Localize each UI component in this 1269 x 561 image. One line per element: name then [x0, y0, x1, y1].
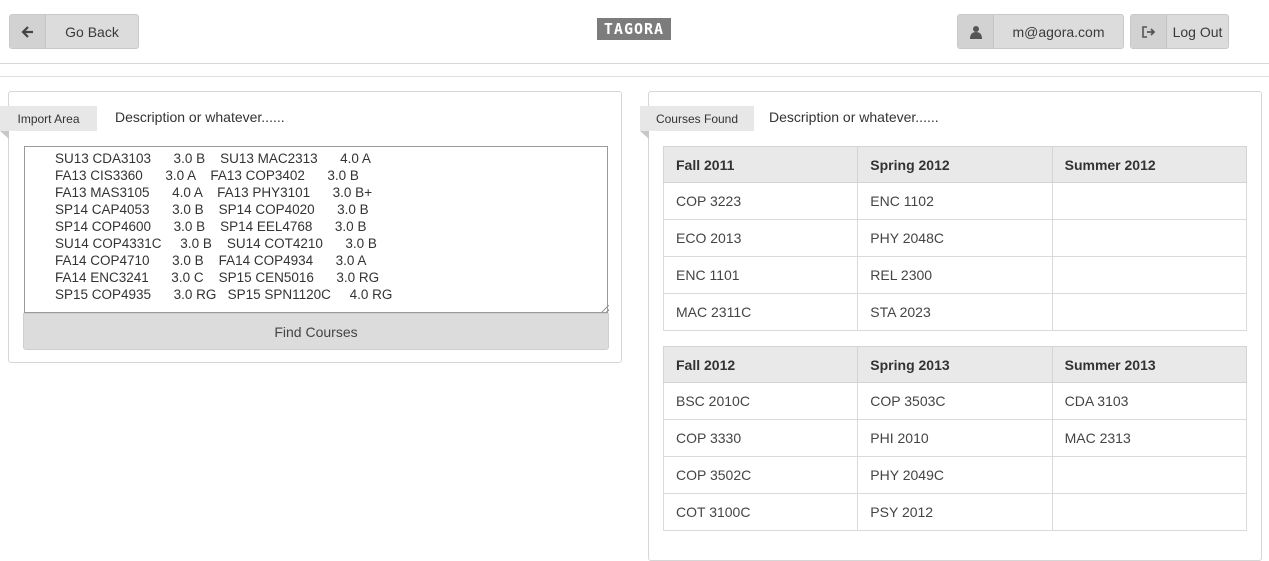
course-cell: REL 2300 [857, 256, 1053, 294]
top-bar: Go Back TAGORA m@agora.com Log Out [0, 0, 1269, 64]
course-cell [1051, 456, 1248, 494]
course-cell: STA 2023 [857, 293, 1053, 331]
table-header-row: Fall 2012 Spring 2013 Summer 2013 [662, 346, 1248, 383]
table-row: COT 3100C PSY 2012 [662, 493, 1248, 531]
course-cell: COP 3330 [662, 419, 859, 457]
courses-found-panel: Courses Found Description or whatever...… [640, 91, 1262, 561]
term-table: Fall 2012 Spring 2013 Summer 2013 BSC 20… [662, 346, 1248, 531]
course-cell: COP 3503C [857, 382, 1053, 420]
import-description: Description or whatever...... [115, 109, 285, 125]
table-row: BSC 2010C COP 3503C CDA 3103 [662, 382, 1248, 420]
log-out-label: Log Out [1172, 23, 1223, 40]
user-icon [958, 15, 994, 48]
column-header: Spring 2013 [857, 346, 1053, 383]
courses-description: Description or whatever...... [769, 109, 939, 125]
course-cell: MAC 2311C [662, 293, 859, 331]
course-cell [1051, 293, 1248, 331]
import-area-ribbon: Import Area [0, 106, 97, 139]
arrow-left-icon [10, 15, 46, 48]
user-email: m@agora.com [1012, 23, 1105, 40]
course-cell: PHY 2048C [857, 219, 1053, 257]
column-header: Spring 2012 [857, 146, 1053, 183]
course-cell: COP 3223 [662, 182, 859, 220]
column-header: Fall 2011 [662, 146, 859, 183]
course-cell [1051, 219, 1248, 257]
find-courses-button[interactable]: Find Courses [23, 313, 609, 350]
course-cell: ECO 2013 [662, 219, 859, 257]
course-cell: COT 3100C [662, 493, 859, 531]
table-row: ECO 2013 PHY 2048C [662, 219, 1248, 257]
log-out-button[interactable]: Log Out [1130, 14, 1229, 49]
table-header-row: Fall 2011 Spring 2012 Summer 2012 [662, 146, 1248, 183]
course-cell [1051, 182, 1248, 220]
term-table: Fall 2011 Spring 2012 Summer 2012 COP 32… [662, 146, 1248, 331]
table-row: COP 3502C PHY 2049C [662, 456, 1248, 494]
course-cell: MAC 2313 [1051, 419, 1248, 457]
course-cell: BSC 2010C [662, 382, 859, 420]
divider [0, 76, 1269, 77]
course-cell: ENC 1102 [857, 182, 1053, 220]
course-cell: COP 3502C [662, 456, 859, 494]
column-header: Fall 2012 [662, 346, 859, 383]
course-cell [1051, 493, 1248, 531]
import-textarea[interactable]: SU13 CDA3103 3.0 B SU13 MAC2313 4.0 A FA… [24, 146, 608, 313]
course-cell [1051, 256, 1248, 294]
courses-found-ribbon: Courses Found [640, 106, 754, 139]
course-cell: CDA 3103 [1051, 382, 1248, 420]
course-cell: PHY 2049C [857, 456, 1053, 494]
go-back-label: Go Back [65, 23, 119, 40]
course-cell: PSY 2012 [857, 493, 1053, 531]
table-row: ENC 1101 REL 2300 [662, 256, 1248, 294]
course-cell: PHI 2010 [857, 419, 1053, 457]
resize-grip-icon[interactable] [601, 305, 609, 313]
import-panel: Import Area Description or whatever.....… [0, 91, 622, 363]
table-row: COP 3330 PHI 2010 MAC 2313 [662, 419, 1248, 457]
table-row: MAC 2311C STA 2023 [662, 293, 1248, 331]
user-account-button[interactable]: m@agora.com [957, 14, 1124, 49]
go-back-button[interactable]: Go Back [9, 14, 139, 49]
column-header: Summer 2013 [1051, 346, 1248, 383]
sign-out-icon [1131, 15, 1167, 48]
course-cell: ENC 1101 [662, 256, 859, 294]
table-row: COP 3223 ENC 1102 [662, 182, 1248, 220]
agora-logo: TAGORA [597, 18, 671, 40]
column-header: Summer 2012 [1051, 146, 1248, 183]
